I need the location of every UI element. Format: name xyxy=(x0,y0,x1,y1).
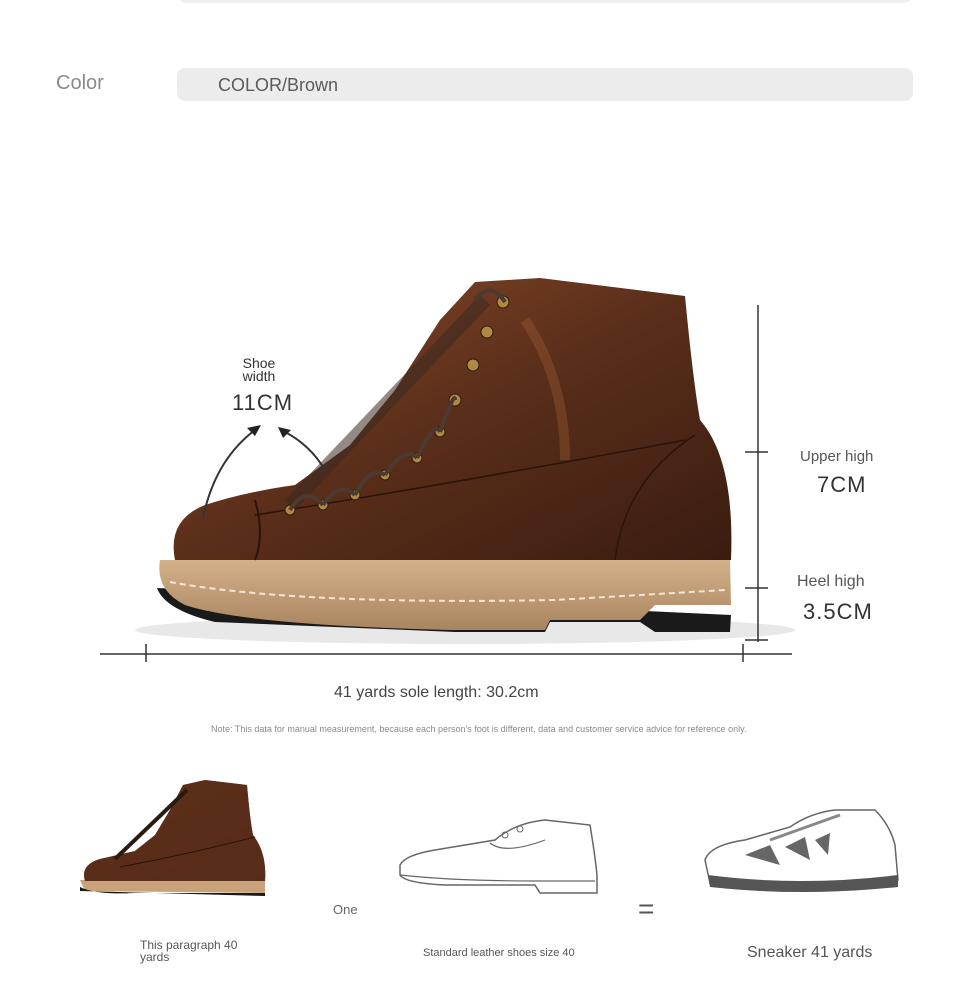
comparison-equals: = xyxy=(638,893,655,924)
upper-high-label: Upper high xyxy=(800,448,874,465)
dress-shoe-caption: Standard leather shoes size 40 xyxy=(423,947,575,959)
upper-high-value: 7CM xyxy=(817,472,867,497)
measurement-note: Note: This data for manual measurement, … xyxy=(211,724,747,734)
sole-length-label: 41 yards sole length: 30.2cm xyxy=(334,684,539,701)
heel-high-value: 3.5CM xyxy=(803,599,873,624)
top-bar xyxy=(178,0,912,3)
heel-high-label: Heel high xyxy=(797,573,865,590)
boot-measurement-diagram xyxy=(100,278,795,662)
color-option-value[interactable]: COLOR/Brown xyxy=(218,75,338,96)
boot-caption: This paragraph 40 yards xyxy=(140,938,238,964)
sneaker-caption: Sneaker 41 yards xyxy=(747,944,873,961)
comparison-dress-shoe-image xyxy=(399,819,598,894)
shoe-width-value: 11CM xyxy=(232,390,294,415)
color-option-label: Color xyxy=(56,72,104,94)
shoe-width-label: Shoe width xyxy=(242,355,276,384)
boot-upper xyxy=(173,278,732,560)
comparison-one-label: One xyxy=(333,902,358,917)
comparison-sneaker-image xyxy=(704,809,899,892)
comparison-boot-image xyxy=(80,780,266,896)
